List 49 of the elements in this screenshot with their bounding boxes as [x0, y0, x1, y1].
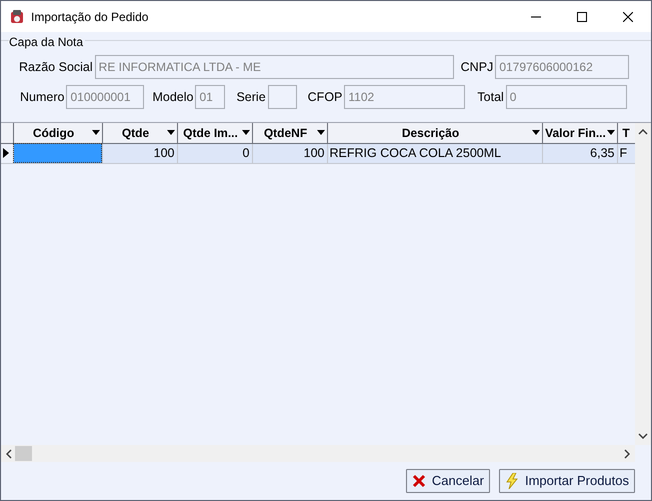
- table-cell[interactable]: 100: [252, 143, 327, 163]
- table-cell[interactable]: 0: [177, 143, 252, 163]
- vertical-scrollbar[interactable]: [635, 123, 651, 445]
- window-title: Importação do Pedido: [31, 8, 150, 26]
- column-header[interactable]: Descrição: [327, 123, 542, 143]
- field-label: CFOP: [308, 88, 342, 106]
- dropdown-icon[interactable]: [316, 130, 324, 136]
- dropdown-icon[interactable]: [92, 130, 100, 136]
- import-button[interactable]: Importar Produtos: [498, 469, 635, 493]
- column-header[interactable]: Valor Fin...: [542, 123, 617, 143]
- field-label: Total: [477, 88, 504, 106]
- field-label: Serie: [236, 88, 266, 106]
- dropdown-icon[interactable]: [242, 130, 250, 136]
- table-cell[interactable]: 100: [102, 143, 177, 163]
- input-field[interactable]: 0: [506, 85, 627, 109]
- column-header[interactable]: Qtde: [102, 123, 177, 143]
- app-icon: [9, 8, 25, 24]
- table-cell[interactable]: [13, 143, 102, 163]
- maximize-icon: [577, 12, 587, 22]
- scroll-down-icon[interactable]: [638, 433, 648, 439]
- close-icon: [623, 12, 633, 22]
- input-field[interactable]: 01: [195, 85, 226, 109]
- scroll-right-icon[interactable]: [624, 448, 630, 458]
- table-cell[interactable]: 6,35: [542, 143, 617, 163]
- input-field[interactable]: [268, 85, 297, 109]
- column-header[interactable]: QtdeNF: [252, 123, 327, 143]
- lightning-icon: [504, 473, 519, 489]
- input-field[interactable]: RE INFORMATICA LTDA - ME: [94, 55, 454, 79]
- horizontal-scrollbar[interactable]: [1, 445, 635, 462]
- scroll-left-icon[interactable]: [6, 448, 12, 458]
- table-cell[interactable]: F: [617, 143, 635, 163]
- field-label: Numero: [20, 88, 64, 106]
- input-field[interactable]: 01797606000162: [495, 55, 630, 79]
- dropdown-icon[interactable]: [166, 130, 174, 136]
- table-cell[interactable]: REFRIG COCA COLA 2500ML: [327, 143, 542, 163]
- field-label: CNPJ: [460, 58, 494, 76]
- scroll-up-icon[interactable]: [638, 129, 648, 135]
- column-header[interactable]: Qtde Im...: [177, 123, 252, 143]
- close-icon: [412, 474, 426, 488]
- input-field[interactable]: 010000001: [66, 85, 144, 109]
- cancel-button[interactable]: Cancelar: [406, 469, 490, 493]
- dropdown-icon[interactable]: [532, 130, 540, 136]
- input-field[interactable]: 1102: [344, 85, 466, 109]
- field-label: Modelo: [152, 88, 194, 106]
- field-label: Razão Social: [19, 58, 93, 76]
- scroll-thumb[interactable]: [15, 446, 32, 461]
- dropdown-icon[interactable]: [606, 130, 614, 136]
- column-header[interactable]: Código: [13, 123, 102, 143]
- column-header[interactable]: T: [617, 123, 635, 143]
